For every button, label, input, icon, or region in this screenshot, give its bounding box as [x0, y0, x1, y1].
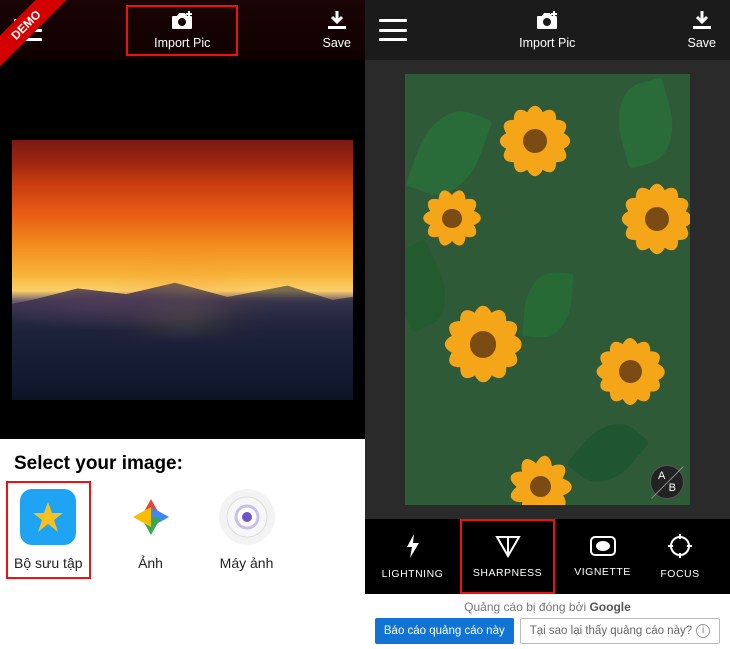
source-gallery[interactable]: Bộ sưu tập: [6, 481, 91, 579]
ad-provider: Google: [589, 600, 630, 614]
ab-compare-button[interactable]: A B: [650, 465, 684, 499]
source-label: Bộ sưu tập: [14, 555, 83, 571]
camera-icon: [219, 489, 275, 545]
ab-b: B: [669, 482, 676, 494]
target-icon: [667, 533, 693, 562]
ad-why-button[interactable]: Tại sao lại thấy quảng cáo này? i: [520, 618, 720, 644]
triangle-down-icon: [495, 534, 521, 561]
photos-icon: [123, 489, 179, 545]
download-icon: [691, 11, 713, 34]
source-camera[interactable]: Máy ảnh: [219, 489, 275, 571]
download-icon: [326, 11, 348, 34]
tool-label: LIGHTNING: [382, 568, 444, 580]
screen-right: Import Pic Save: [365, 0, 730, 649]
topbar-right: Import Pic Save: [365, 0, 730, 60]
tool-focus[interactable]: FOCUS: [650, 519, 710, 594]
import-pic-label: Import Pic: [154, 36, 210, 50]
save-button[interactable]: Save: [687, 11, 716, 50]
tool-vignette[interactable]: VIGNETTE: [555, 519, 650, 594]
tool-tabs: LIGHTNING SHARPNESS VIGNETTE FOCUS: [365, 519, 730, 594]
tool-label: FOCUS: [660, 568, 699, 580]
save-button[interactable]: Save: [322, 11, 351, 50]
source-label: Ảnh: [138, 555, 163, 571]
bolt-icon: [402, 533, 424, 562]
ad-closed-text: Quảng cáo bị đóng bởi Google: [464, 600, 631, 614]
screen-left: Import Pic Save DEMO Select your image: …: [0, 0, 365, 649]
ab-a: A: [658, 470, 665, 482]
preview-image-flowers[interactable]: A B: [405, 74, 690, 505]
sheet-title: Select your image:: [14, 453, 351, 475]
menu-button[interactable]: [379, 19, 407, 41]
info-icon: i: [696, 624, 710, 638]
source-picker-sheet: Select your image: Bộ sưu tập: [0, 439, 365, 649]
tool-label: VIGNETTE: [574, 566, 631, 578]
import-pic-button[interactable]: Import Pic: [126, 5, 238, 56]
save-label: Save: [322, 36, 351, 50]
camera-plus-icon: [534, 11, 560, 34]
vignette-icon: [589, 535, 617, 560]
import-pic-label: Import Pic: [519, 36, 575, 50]
canvas-area: A B: [365, 60, 730, 519]
tool-lightning[interactable]: LIGHTNING: [365, 519, 460, 594]
tool-label: SHARPNESS: [473, 567, 542, 579]
tool-sharpness[interactable]: SHARPNESS: [460, 519, 555, 594]
preview-image-sunset: [12, 140, 353, 400]
ad-footer: Quảng cáo bị đóng bởi Google Báo cáo quả…: [365, 594, 730, 649]
camera-plus-icon: [169, 11, 195, 34]
import-pic-button[interactable]: Import Pic: [519, 11, 575, 50]
gallery-icon: [20, 489, 76, 545]
save-label: Save: [687, 36, 716, 50]
source-label: Máy ảnh: [220, 555, 274, 571]
ad-report-button[interactable]: Báo cáo quảng cáo này: [375, 618, 514, 644]
source-photos[interactable]: Ảnh: [123, 489, 179, 571]
